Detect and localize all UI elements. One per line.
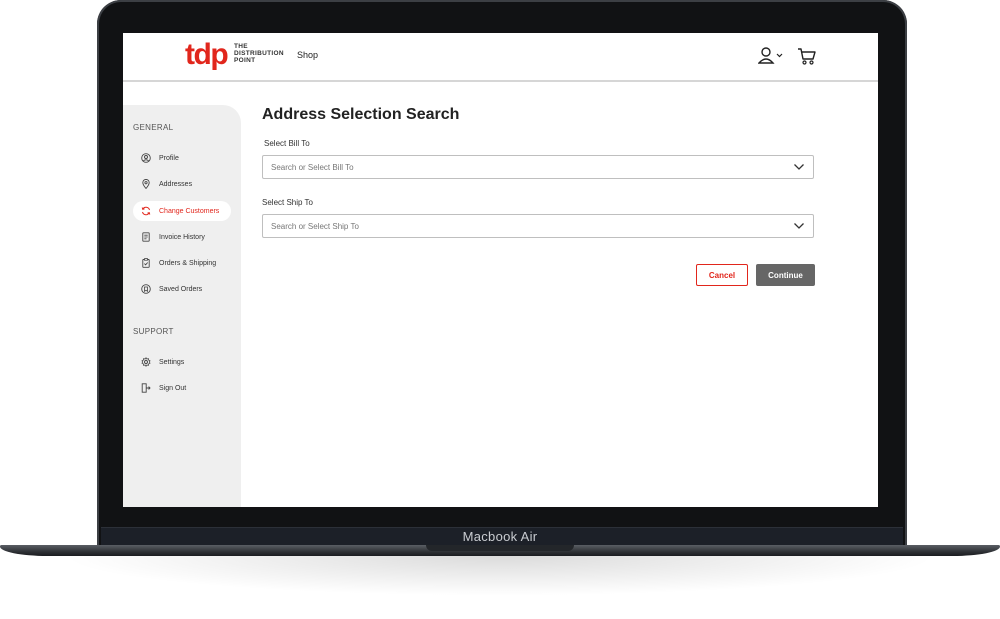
sidebar-item-orders-shipping[interactable]: Orders & Shipping [133,253,231,273]
sidebar-item-label: Addresses [159,180,193,188]
bill-to-label: Select Bill To [264,139,310,148]
logo-text-line2: DISTRIBUTION [234,50,284,57]
ship-to-placeholder: Search or Select Ship To [271,221,359,231]
laptop-notch [426,545,574,551]
page-title: Address Selection Search [262,106,460,123]
sidebar-item-profile[interactable]: Profile [133,148,231,168]
sidebar-item-label: Profile [159,154,179,162]
bill-to-select[interactable]: Search or Select Bill To [262,155,814,179]
logo-text: THE DISTRIBUTION POINT [234,43,294,64]
sidebar-item-addresses[interactable]: Addresses [133,174,231,194]
ship-to-label: Select Ship To [262,198,313,207]
sign-out-icon [141,383,151,393]
gear-icon [141,357,151,367]
logo-mark[interactable]: tdp [185,38,229,72]
laptop-shadow [60,556,940,596]
user-menu[interactable] [757,46,786,66]
clipboard-icon [141,258,151,268]
cart-icon [798,48,816,65]
user-circle-icon [141,153,151,163]
sidebar-item-change-customers[interactable]: Change Customers [133,201,231,221]
top-header: tdp THE DISTRIBUTION POINT Shop [123,33,878,82]
chevron-down-icon [793,163,805,171]
refresh-icon [141,206,151,216]
bill-to-placeholder: Search or Select Bill To [271,162,354,172]
sidebar-item-label: Change Customers [159,207,220,215]
sidebar-item-label: Orders & Shipping [159,259,217,267]
logo-text-line1: THE [234,43,248,50]
cancel-button[interactable]: Cancel [696,264,748,286]
cart-button[interactable] [797,46,817,66]
sidebar: GENERAL Profile Addresses Change Custome… [123,105,241,507]
invoice-icon [141,232,151,242]
continue-button[interactable]: Continue [756,264,815,286]
device-model-label: Macbook Air [462,529,538,544]
screen: tdp THE DISTRIBUTION POINT Shop GENERAL [123,33,878,507]
sidebar-section-general: GENERAL [133,123,174,132]
sidebar-item-label: Settings [159,358,185,366]
nav-shop-link[interactable]: Shop [297,50,318,60]
ship-to-select[interactable]: Search or Select Ship To [262,214,814,238]
sidebar-item-settings[interactable]: Settings [133,352,231,372]
location-pin-icon [141,179,151,189]
sidebar-item-label: Invoice History [159,233,205,241]
sidebar-section-support: SUPPORT [133,327,174,336]
logo-text-line3: POINT [234,57,256,64]
saved-icon [141,284,151,294]
sidebar-item-sign-out[interactable]: Sign Out [133,378,231,398]
sidebar-item-invoice-history[interactable]: Invoice History [133,227,231,247]
sidebar-item-label: Saved Orders [159,285,203,293]
sidebar-item-saved-orders[interactable]: Saved Orders [133,279,231,299]
user-icon [757,47,783,64]
chevron-down-icon [793,222,805,230]
chevron-down-icon [776,53,783,58]
sidebar-item-label: Sign Out [159,384,187,392]
